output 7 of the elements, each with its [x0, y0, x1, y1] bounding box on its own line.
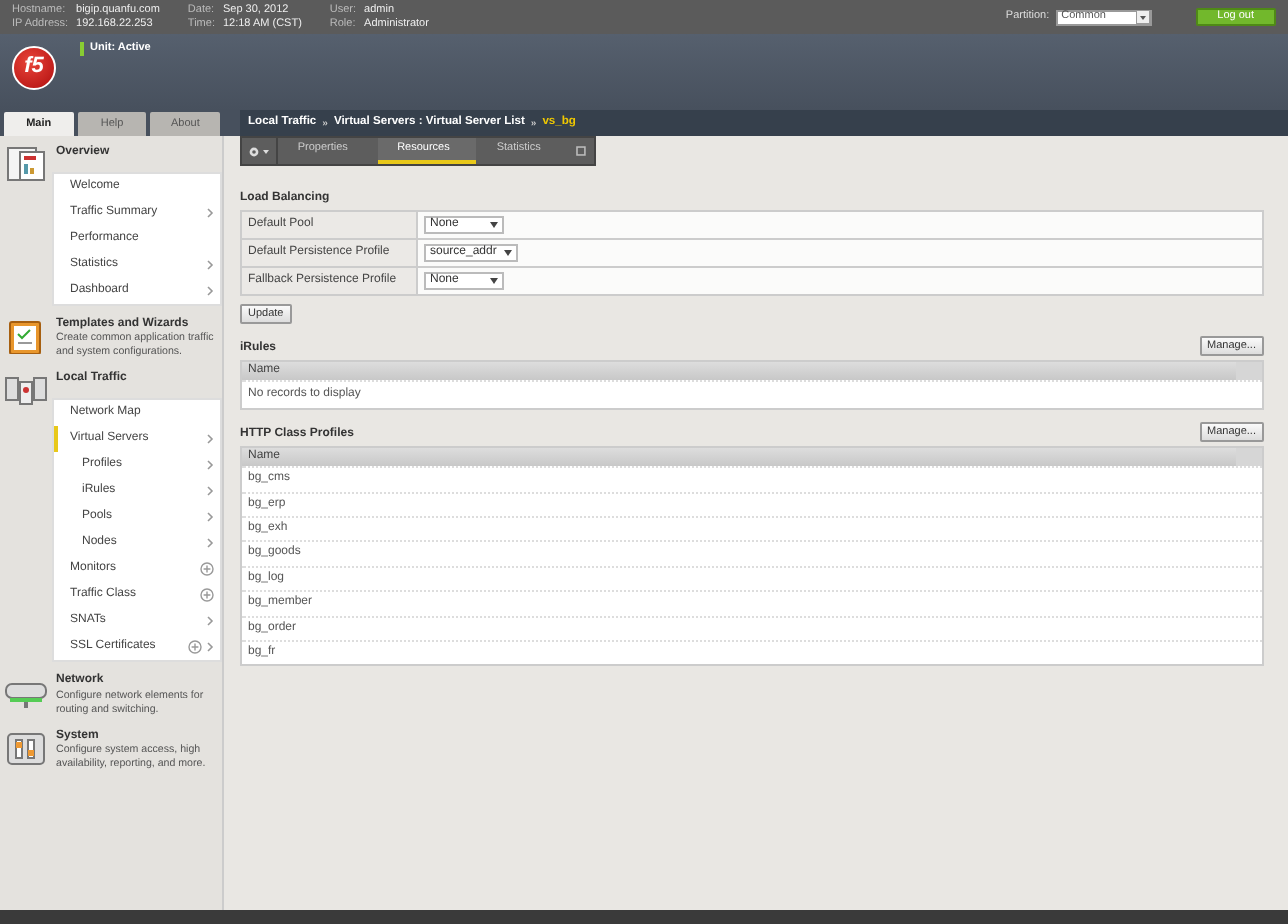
caret-icon — [490, 278, 498, 285]
logo: f5 — [12, 46, 56, 90]
documents-icon — [4, 146, 48, 182]
caret-icon — [490, 222, 498, 229]
caret-icon — [1135, 10, 1150, 24]
caret-icon — [504, 250, 513, 257]
gear-icon — [247, 145, 270, 157]
